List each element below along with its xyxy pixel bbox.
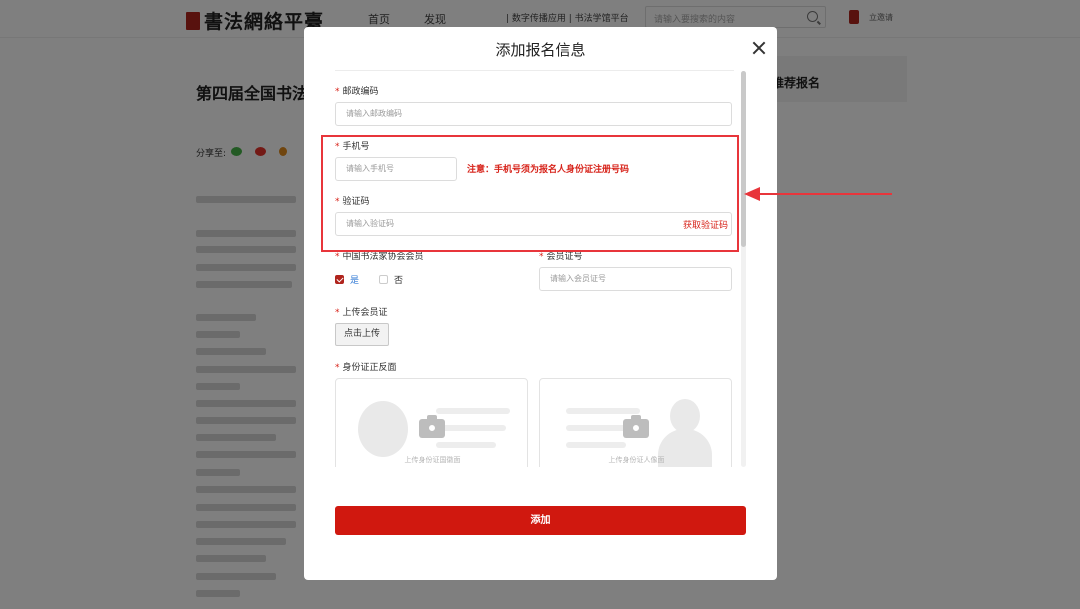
camera-icon xyxy=(623,415,649,438)
registration-modal: 添加报名信息 * 邮政编码 请输入邮政编码 * 手机号 请输入手机号 注意：手机号须… xyxy=(304,27,777,580)
id-line-placeholder xyxy=(436,408,510,414)
member-yes-label[interactable]: 是 xyxy=(350,273,359,286)
id-card-label: * 身份证正反面 xyxy=(335,363,397,373)
postal-code-input[interactable]: 请输入邮政编码 xyxy=(335,102,732,126)
close-icon[interactable] xyxy=(751,40,767,56)
upload-card-button[interactable]: 点击上传 xyxy=(335,323,389,346)
id-card-front-upload[interactable]: 上传身份证国徽面 xyxy=(335,378,528,467)
member-number-input[interactable]: 请输入会员证号 xyxy=(539,267,732,291)
camera-icon xyxy=(419,415,445,438)
id-line-placeholder xyxy=(566,408,640,414)
id-line-placeholder xyxy=(436,425,506,431)
annotation-highlight-box xyxy=(321,135,739,252)
member-no-checkbox[interactable] xyxy=(379,275,388,284)
id-front-caption: 上传身份证国徽面 xyxy=(404,456,461,464)
id-back-caption: 上传身份证人像面 xyxy=(608,456,665,464)
form-scrollbar[interactable] xyxy=(741,71,746,467)
member-yes-checkbox[interactable] xyxy=(335,275,344,284)
upload-card-label: * 上传会员证 xyxy=(335,308,388,318)
member-no-label[interactable]: 否 xyxy=(394,273,403,286)
person-silhouette-icon xyxy=(670,399,700,433)
id-line-placeholder xyxy=(436,442,496,448)
id-photo-placeholder xyxy=(358,401,408,457)
id-card-back-upload[interactable]: 上传身份证人像面 xyxy=(539,378,732,467)
postal-code-label: * 邮政编码 xyxy=(335,87,379,97)
annotation-arrow-line xyxy=(758,193,892,195)
id-line-placeholder xyxy=(566,442,626,448)
form-scroll-area: * 邮政编码 请输入邮政编码 * 手机号 请输入手机号 注意：手机号须为报名人身份证… xyxy=(304,71,777,467)
modal-title: 添加报名信息 xyxy=(495,41,586,59)
add-button[interactable]: 添加 xyxy=(335,506,746,535)
scrollbar-thumb[interactable] xyxy=(741,71,746,247)
